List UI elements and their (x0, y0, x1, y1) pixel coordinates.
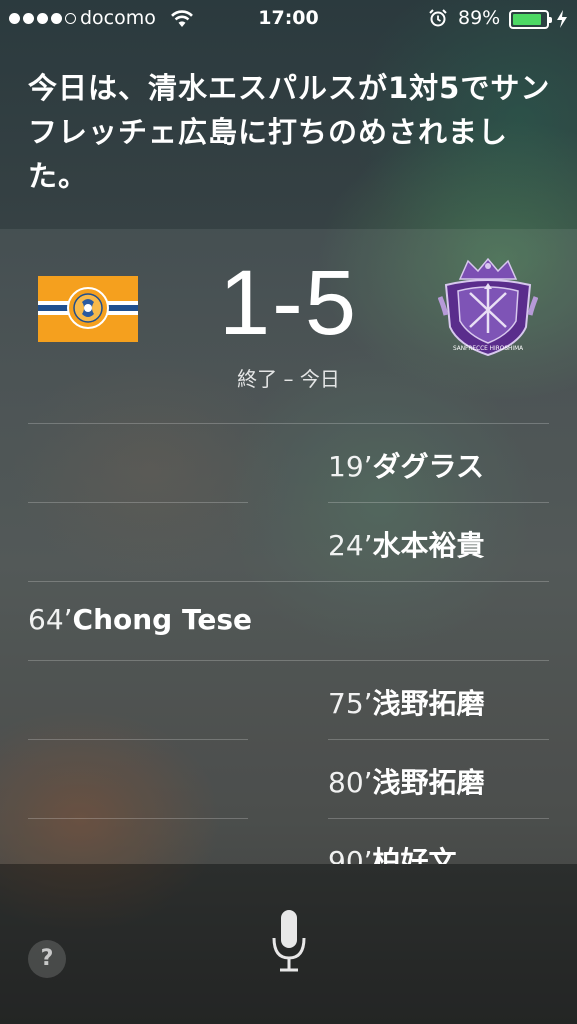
row-divider (28, 423, 549, 424)
goal-minute: 64’ (28, 603, 73, 636)
goal-event-row: 80’浅野拓磨 (0, 739, 577, 818)
goal-scorer: 柏好文 (372, 845, 457, 864)
goal-event-away: 75’浅野拓磨 (328, 682, 485, 722)
row-divider-away (328, 502, 549, 503)
goal-scorer: 水本裕貴 (372, 529, 485, 562)
goal-scorer: ダグラス (372, 450, 484, 483)
goal-scorer: Chong Tese (72, 603, 253, 636)
row-divider (28, 581, 549, 582)
alarm-icon (429, 9, 447, 27)
goal-event-away: 90’柏好文 (328, 840, 457, 864)
goal-event-row: 19’ダグラス (0, 423, 577, 502)
goal-minute: 19’ (328, 450, 373, 483)
goal-scorer: 浅野拓磨 (372, 687, 485, 720)
siri-response-text: 今日は、清水エスパルスが1対5でサンフレッチェ広島に打ちのめされました。 (28, 71, 551, 193)
goal-events-list: 19’ダグラス 24’水本裕貴 64’Chong Tese 75’浅野拓磨 80’浅野拓… (0, 423, 577, 864)
goal-event-home: 64’Chong Tese (28, 603, 252, 636)
goal-event-row: 64’Chong Tese (0, 581, 577, 660)
goal-event-row: 24’水本裕貴 (0, 502, 577, 581)
goal-minute: 80’ (328, 766, 373, 799)
microphone-icon[interactable] (268, 908, 310, 980)
row-divider-home (28, 502, 248, 503)
sanfrecce-hiroshima-logo: SANFRECCE HIROSHIMA (438, 257, 538, 357)
row-divider-away (328, 739, 549, 740)
row-divider (28, 660, 549, 661)
match-result-card[interactable]: 1-5 終了 – 今日 SANFRECCE HIROSHIMA 19’ダグラス 2… (0, 229, 577, 864)
goal-minute: 75’ (328, 687, 373, 720)
status-bar: docomo 17:00 89% (0, 0, 577, 38)
goal-minute: 90’ (328, 845, 373, 864)
row-divider-away (328, 818, 549, 819)
goal-event-away: 19’ダグラス (328, 445, 484, 485)
row-divider-home (28, 739, 248, 740)
match-status: 終了 – 今日 (237, 367, 340, 391)
goal-minute: 24’ (328, 529, 373, 562)
away-logo-text: SANFRECCE HIROSHIMA (453, 346, 523, 352)
siri-bottom-bar: ? (0, 864, 577, 1024)
battery-percentage: 89% (458, 7, 501, 29)
battery-icon (509, 10, 552, 29)
goal-event-row: 75’浅野拓磨 (0, 660, 577, 739)
row-divider-home (28, 818, 248, 819)
goal-event-away: 80’浅野拓磨 (328, 761, 485, 801)
goal-scorer: 浅野拓磨 (372, 766, 485, 799)
goal-event-row: 90’柏好文 (0, 818, 577, 864)
charging-bolt-icon (557, 10, 567, 28)
goal-event-away: 24’水本裕貴 (328, 524, 485, 564)
help-button[interactable]: ? (28, 940, 66, 978)
